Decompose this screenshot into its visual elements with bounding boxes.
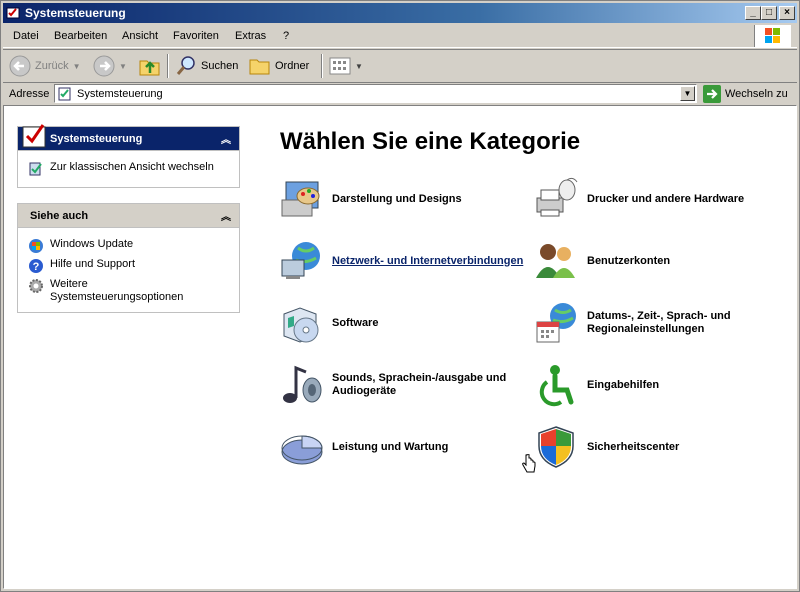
minimize-button[interactable]: _	[745, 6, 761, 20]
category-date-time-regional[interactable]: Datums-, Zeit-, Sprach- und Regionaleins…	[533, 300, 796, 346]
help-icon: ?	[29, 259, 43, 273]
accessibility-icon	[539, 365, 574, 407]
category-security-center[interactable]: Sicherheitscenter	[533, 424, 796, 470]
collapse-chevron-icon[interactable]: ︽	[221, 131, 231, 146]
menu-view[interactable]: Ansicht	[122, 30, 158, 42]
control-panel-icon	[6, 7, 20, 19]
classic-view-link[interactable]: Zur klassischen Ansicht wechseln	[18, 151, 239, 179]
search-button[interactable]: Suchen	[175, 54, 238, 78]
software-box-icon	[283, 307, 319, 343]
panel-header[interactable]: Siehe auch ︽	[18, 204, 239, 228]
back-button[interactable]: Zurück ▼	[9, 54, 81, 78]
close-button[interactable]: ×	[779, 6, 795, 20]
date-globe-icon	[536, 303, 576, 343]
svg-text:?: ?	[33, 261, 40, 273]
category-performance[interactable]: Leistung und Wartung	[278, 424, 552, 470]
printer-icon	[536, 177, 578, 217]
chevron-down-icon: ▼	[355, 61, 363, 71]
windows-logo-icon	[754, 25, 791, 47]
sounds-note-icon	[283, 365, 322, 403]
users-icon	[536, 244, 575, 278]
category-network[interactable]: Netzwerk- und Internetverbindungen	[278, 238, 552, 284]
windows-update-link[interactable]: Windows Update	[18, 236, 239, 256]
windows-update-icon	[29, 239, 43, 253]
chevron-down-icon: ▼	[72, 61, 81, 71]
address-bar: Adresse Systemsteuerung ▼ Wechseln zu	[3, 82, 797, 105]
up-folder-icon	[139, 60, 160, 76]
menu-favorites[interactable]: Favoriten	[173, 30, 219, 42]
up-folder-button[interactable]	[138, 54, 162, 78]
go-button[interactable]: Wechseln zu	[703, 84, 788, 104]
menu-edit[interactable]: Bearbeiten	[54, 30, 107, 42]
category-appearance[interactable]: Darstellung und Designs	[278, 176, 552, 222]
toolbar-separator	[167, 54, 169, 78]
control-panel-task-pane: Systemsteuerung ︽ Zur klassischen Ansich…	[17, 124, 240, 188]
shield-icon	[538, 426, 574, 468]
toolbar-separator	[321, 54, 323, 78]
category-software[interactable]: Software	[278, 300, 552, 346]
hand-cursor-icon	[522, 454, 536, 473]
category-accessibility[interactable]: Eingabehilfen	[533, 362, 796, 408]
category-user-accounts[interactable]: Benutzerkonten	[533, 238, 796, 284]
more-options-link[interactable]: Weitere Systemsteuerungsoptionen	[18, 276, 239, 306]
window-title: Systemsteuerung	[25, 6, 126, 20]
collapse-chevron-icon[interactable]: ︽	[221, 208, 231, 223]
search-icon	[176, 56, 195, 75]
address-dropdown-button[interactable]: ▼	[680, 86, 695, 101]
address-label: Adresse	[9, 88, 50, 100]
menu-bar: Datei Bearbeiten Ansicht Favoriten Extra…	[3, 25, 797, 48]
menu-tools[interactable]: Extras	[235, 30, 266, 42]
control-panel-icon	[58, 87, 71, 101]
toolbar: Zurück ▼ ▼ Suchen Ordner ▼	[3, 49, 797, 83]
panel-header[interactable]: Systemsteuerung ︽	[18, 124, 239, 151]
views-grid-icon	[329, 57, 351, 75]
content-area: Systemsteuerung ︽ Zur klassischen Ansich…	[3, 105, 797, 589]
forward-arrow-icon	[93, 55, 115, 77]
forward-button[interactable]: ▼	[93, 54, 127, 78]
back-arrow-icon	[9, 55, 31, 77]
views-button[interactable]: ▼	[329, 54, 363, 78]
address-field[interactable]: Systemsteuerung ▼	[54, 84, 697, 103]
help-support-link[interactable]: ? Hilfe und Support	[18, 256, 239, 276]
category-sounds[interactable]: Sounds, Sprachein-/ausgabe und Audiogerä…	[278, 362, 552, 408]
see-also-pane: Siehe auch ︽ Windows Update ? Hilfe und …	[17, 203, 240, 313]
menu-help[interactable]: ?	[283, 30, 289, 42]
title-bar[interactable]: Systemsteuerung _ □ ×	[3, 3, 797, 23]
menu-file[interactable]: Datei	[13, 30, 39, 42]
appearance-themes-icon	[281, 181, 320, 217]
folder-icon	[249, 59, 270, 75]
control-panel-icon	[29, 162, 42, 176]
performance-chart-icon	[281, 435, 323, 465]
page-title: Wählen Sie eine Kategorie	[280, 128, 581, 155]
control-panel-icon	[22, 124, 46, 148]
window: Systemsteuerung _ □ × Datei Bearbeiten A…	[0, 0, 800, 592]
gear-icon	[29, 279, 43, 293]
chevron-down-icon: ▼	[119, 61, 127, 71]
folders-button[interactable]: Ordner	[249, 54, 309, 78]
category-printers[interactable]: Drucker und andere Hardware	[533, 176, 796, 222]
maximize-button[interactable]: □	[761, 6, 777, 20]
go-arrow-icon	[703, 85, 721, 103]
network-globe-icon	[281, 242, 320, 279]
